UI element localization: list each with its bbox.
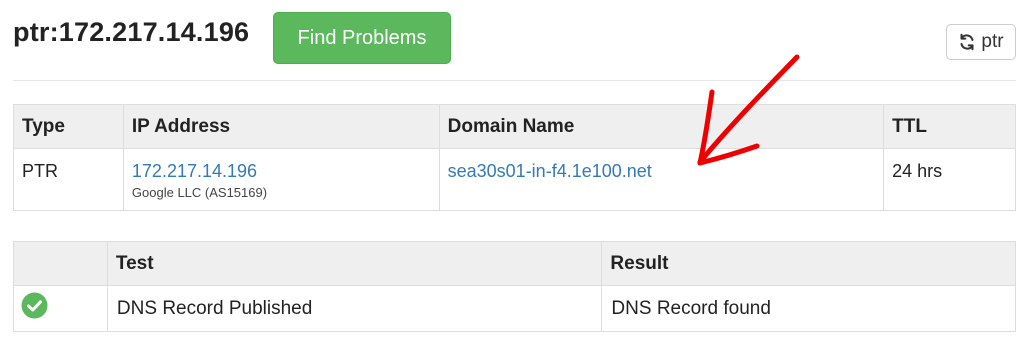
ip-address-cell: 172.217.14.196 Google LLC (AS15169) <box>122 148 440 211</box>
status-cell <box>13 285 108 332</box>
refresh-ptr-button[interactable]: ptr <box>946 24 1016 60</box>
record-type: PTR <box>13 148 124 211</box>
refresh-label: ptr <box>981 31 1004 52</box>
test-name: DNS Record Published <box>106 285 603 332</box>
table-row: PTR 172.217.14.196 Google LLC (AS15169) … <box>13 148 1016 211</box>
table-header-row: Type IP Address Domain Name TTL <box>13 104 1016 149</box>
ip-address-link[interactable]: 172.217.14.196 <box>132 161 439 182</box>
column-header-status <box>13 241 108 286</box>
record-ttl: 24 hrs <box>883 148 1016 211</box>
refresh-icon <box>960 33 974 51</box>
domain-name-cell: sea30s01-in-f4.1e100.net <box>438 148 885 211</box>
column-header-test: Test <box>106 241 603 286</box>
column-header-result: Result <box>601 241 1016 286</box>
find-problems-button[interactable]: Find Problems <box>273 12 451 64</box>
table-row: DNS Record Published DNS Record found <box>13 285 1016 332</box>
column-header-domain-name: Domain Name <box>438 104 885 149</box>
header-divider <box>13 80 1016 81</box>
check-circle-icon <box>21 292 48 319</box>
column-header-ttl: TTL <box>883 104 1016 149</box>
dns-records-table: Type IP Address Domain Name TTL PTR 172.… <box>13 104 1016 211</box>
test-result: DNS Record found <box>601 285 1016 332</box>
tests-table: Test Result DNS Record Published DNS Rec… <box>13 241 1016 332</box>
table-header-row: Test Result <box>13 241 1016 286</box>
column-header-type: Type <box>13 104 124 149</box>
domain-name-link[interactable]: sea30s01-in-f4.1e100.net <box>448 161 652 181</box>
page-title: ptr:172.217.14.196 <box>13 17 250 47</box>
column-header-ip-address: IP Address <box>122 104 440 149</box>
ip-owner: Google LLC (AS15169) <box>131 185 268 200</box>
